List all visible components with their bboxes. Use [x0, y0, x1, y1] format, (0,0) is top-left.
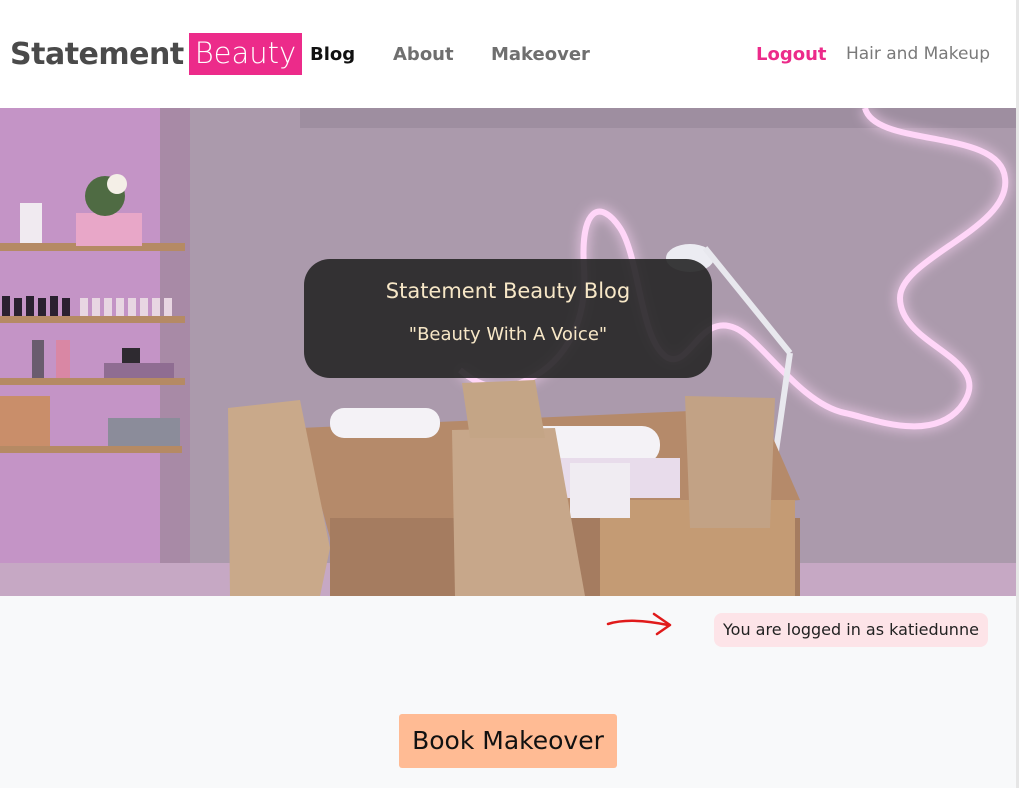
hero-tagline: "Beauty With A Voice": [408, 324, 608, 345]
red-arrow-icon: [606, 612, 672, 636]
book-makeover-button[interactable]: Book Makeover: [399, 714, 617, 768]
brand-logo[interactable]: Statement Beauty: [10, 32, 303, 76]
logged-in-status: You are logged in as katiedunne: [714, 613, 988, 647]
nav-link-makeover[interactable]: Makeover: [491, 44, 590, 65]
nav-link-about[interactable]: About: [393, 44, 454, 65]
hero-title: Statement Beauty Blog: [385, 279, 631, 303]
nav-tagline: Hair and Makeup: [845, 44, 990, 64]
brand-main-text: Statement: [10, 36, 184, 72]
brand-accent-text: Beauty: [188, 33, 303, 75]
navbar: Statement Beauty Blog About Makeover Log…: [0, 0, 1019, 108]
hero-banner: Statement Beauty Blog "Beauty With A Voi…: [0, 108, 1019, 596]
nav-link-blog[interactable]: Blog: [310, 44, 355, 65]
nav-link-logout[interactable]: Logout: [756, 44, 827, 65]
hero-title-card: Statement Beauty Blog "Beauty With A Voi…: [304, 259, 712, 378]
